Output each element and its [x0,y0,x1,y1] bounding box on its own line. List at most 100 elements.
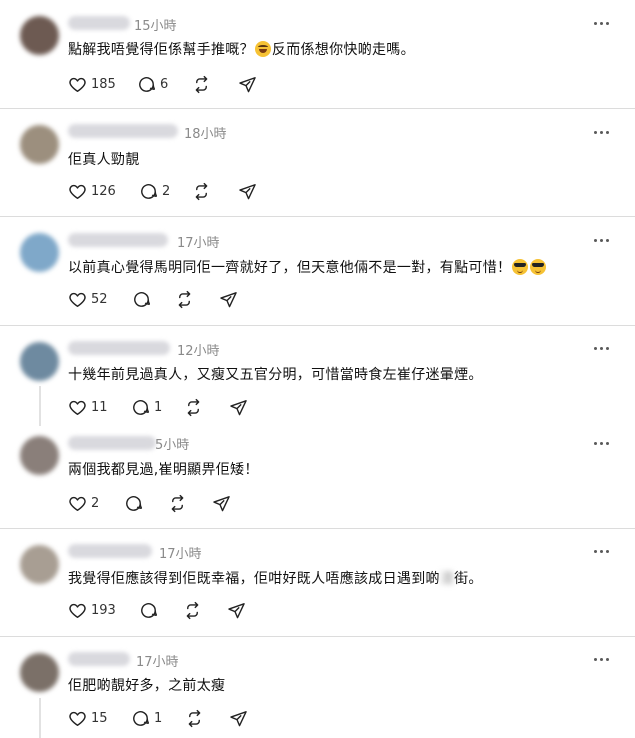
more-options-icon[interactable] [594,549,610,555]
comment-icon [126,495,143,511]
laughing-face-icon [254,41,271,57]
username-blurred[interactable] [68,233,168,247]
like-count: 11 [91,399,108,415]
share-button[interactable] [229,708,248,728]
repost-button[interactable] [185,708,204,728]
more-options-icon[interactable] [594,657,610,663]
avatar[interactable] [20,233,59,272]
more-options-icon[interactable] [594,21,610,27]
like-count: 126 [91,183,116,199]
divider [0,216,635,217]
reply-button[interactable]: 1 [131,397,162,417]
thread-line [39,698,41,738]
reply-count: 6 [160,76,169,92]
username-blurred[interactable] [68,124,178,138]
share-button[interactable] [238,74,257,94]
share-button[interactable] [212,493,231,513]
repost-icon [171,494,184,512]
username-blurred[interactable] [68,652,130,666]
more-options-icon[interactable] [594,346,610,352]
comment-text: 佢真人勁靚 [68,152,140,168]
like-count: 15 [91,710,108,726]
like-button[interactable]: 52 [68,289,108,309]
share-button[interactable] [227,600,246,620]
heart-icon [69,292,86,307]
post-time: 18小時 [184,127,227,142]
heart-icon [69,77,86,92]
reply-button[interactable] [124,493,143,513]
comment-icon [133,399,150,415]
avatar[interactable] [20,16,59,55]
reply-button[interactable]: 1 [131,708,162,728]
send-icon [239,183,256,199]
like-button[interactable]: 185 [68,74,116,94]
repost-button[interactable] [192,181,211,201]
post-time: 12小時 [177,344,220,359]
repost-button[interactable] [175,289,194,309]
avatar[interactable] [20,653,59,692]
more-options-icon[interactable] [594,130,610,136]
send-icon [228,602,245,618]
like-button[interactable]: 11 [68,397,108,417]
heart-icon [69,603,86,618]
reply-button[interactable]: 2 [139,181,170,201]
divider [0,108,635,109]
reply-button[interactable] [139,600,158,620]
divider [0,636,635,637]
send-icon [230,399,247,415]
like-button[interactable]: 15 [68,708,108,728]
repost-icon [195,75,208,93]
repost-button[interactable] [168,493,187,513]
like-count: 2 [91,495,100,511]
like-button[interactable]: 126 [68,181,116,201]
avatar[interactable] [20,342,59,381]
like-button[interactable]: 193 [68,600,116,620]
share-button[interactable] [219,289,238,309]
send-icon [220,291,237,307]
comment-icon [139,76,156,92]
reply-button[interactable] [132,289,151,309]
comment-icon [141,602,158,618]
repost-icon [188,709,201,727]
divider [0,528,635,529]
repost-icon [195,182,208,200]
like-button[interactable]: 2 [68,493,99,513]
like-count: 185 [91,76,116,92]
heart-icon [69,400,86,415]
post-time: 5小時 [155,438,190,453]
repost-icon [178,290,191,308]
repost-button[interactable] [192,74,211,94]
repost-button[interactable] [183,600,202,620]
send-icon [239,76,256,92]
more-options-icon[interactable] [594,441,610,447]
thread-line [39,386,41,426]
avatar[interactable] [20,125,59,164]
reply-button[interactable]: 6 [137,74,168,94]
username-blurred[interactable] [68,341,170,355]
comment-icon [133,710,150,726]
like-count: 193 [91,602,116,618]
comment-text: 佢肥啲靚好多，之前太瘦 [68,678,226,694]
post-time: 17小時 [177,236,220,251]
reply-count: 2 [162,183,171,199]
share-button[interactable] [229,397,248,417]
comment-text: 點解我唔覺得佢係幫手推嘅？ 反而係想你快啲走嗎。 [68,41,415,58]
repost-icon [187,398,200,416]
repost-icon [186,601,199,619]
sunglasses-face-icon [512,259,529,275]
comment-text: 十幾年前見過真人，又瘦又五官分明，可惜當時食左崔仔迷暈煙。 [68,367,483,383]
more-options-icon[interactable] [594,238,610,244]
username-blurred[interactable] [68,436,156,450]
username-blurred[interactable] [68,544,152,558]
share-button[interactable] [238,181,257,201]
repost-button[interactable] [184,397,203,417]
comment-text: 我覺得佢應該得到佢既幸福，佢咁好既人唔應該成日遇到啲渣街。 [68,571,483,587]
avatar[interactable] [20,545,59,584]
post-time: 17小時 [136,655,179,670]
comment-icon [141,183,158,199]
username-blurred[interactable] [68,16,130,30]
sunglasses-face-icon [530,259,547,275]
heart-icon [69,711,86,726]
avatar[interactable] [20,436,59,475]
send-icon [230,710,247,726]
